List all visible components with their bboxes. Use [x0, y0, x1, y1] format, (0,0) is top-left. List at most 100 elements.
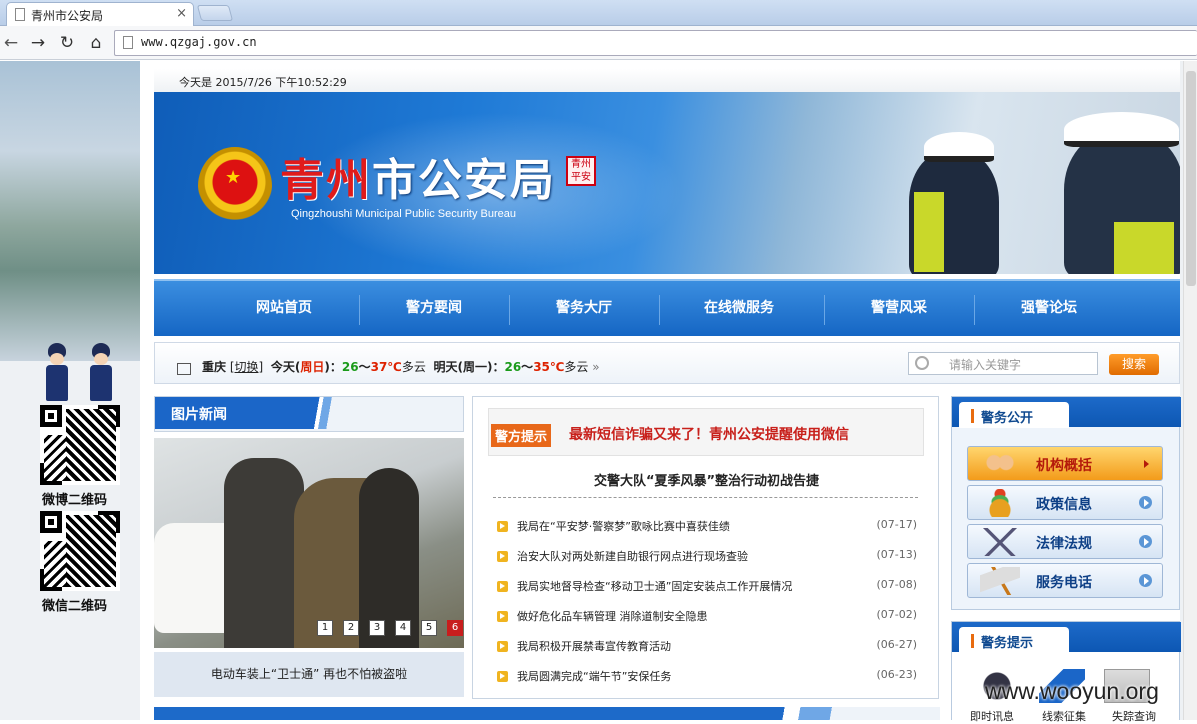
today-condition: 多云	[401, 360, 426, 374]
browser-tab[interactable]: 青州市公安局 ×	[6, 2, 194, 26]
close-tab-icon[interactable]: ×	[176, 6, 187, 21]
site-subtitle: Qingzhoushi Municipal Public Security Bu…	[291, 208, 517, 220]
officer-vest	[1114, 222, 1174, 274]
laws-label: 法律法规	[1036, 536, 1092, 552]
weibo-qr-code[interactable]	[40, 405, 120, 485]
alert-text[interactable]: 最新短信诈骗又来了！青州公安提醒使用微信	[569, 424, 849, 444]
policy-info-label: 政策信息	[1036, 497, 1092, 513]
main-nav: 网站首页 警方要闻 警务大厅 在线微服务 警营风采 强警论坛	[154, 279, 1180, 336]
police-tips-title[interactable]: 警务提示	[959, 627, 1069, 653]
officer-vest	[914, 192, 944, 272]
news-item[interactable]: 做好危化品车辆管理 消除道制安全隐患 (07-02)	[497, 608, 917, 628]
address-bar[interactable]: www.qzgaj.gov.cn	[114, 30, 1197, 56]
news-title[interactable]: 我局在“平安梦·警察梦”歌咏比赛中喜获佳绩	[517, 518, 730, 534]
date-bar: 今天是 2015/7/26 下午10:52:29	[154, 69, 1180, 93]
nav-forum[interactable]: 强警论坛	[979, 281, 1119, 336]
scrollbar-thumb[interactable]	[1186, 71, 1196, 286]
slide-page-3[interactable]: 3	[369, 620, 385, 636]
news-title[interactable]: 我局实地督导检查“移动卫士通”固定安装点工作开展情况	[517, 578, 792, 594]
news-panel: 最新短信诈骗又来了！青州公安提醒使用微信 警方提示 交警大队“夏季风暴”整治行动…	[472, 396, 939, 699]
home-icon[interactable]: ⌂	[85, 32, 107, 54]
forward-icon[interactable]: →	[27, 32, 49, 54]
nav-service-hall[interactable]: 警务大厅	[514, 281, 654, 336]
today-low: 26	[341, 360, 359, 374]
photo-caption[interactable]: 电动车装上“卫士通” 再也不怕被盗啦	[154, 652, 464, 697]
bullet-arrow-icon	[497, 671, 508, 682]
weixin-qr-code[interactable]	[40, 511, 120, 591]
tip-label-instant[interactable]: 即时讯息	[970, 708, 1014, 724]
nav-police-news[interactable]: 警方要闻	[364, 281, 504, 336]
nav-home[interactable]: 网站首页	[214, 281, 354, 336]
news-item[interactable]: 我局实地督导检查“移动卫士通”固定安装点工作开展情况 (07-08)	[497, 578, 917, 598]
pyramid-icon	[980, 489, 1020, 517]
news-item[interactable]: 我局在“平安梦·警察梦”歌咏比赛中喜获佳绩 (07-17)	[497, 518, 917, 538]
nav-online-service[interactable]: 在线微服务	[664, 281, 814, 336]
tomorrow-sep: ～	[521, 360, 534, 374]
service-phone-button[interactable]: 服务电话	[967, 563, 1163, 598]
news-title[interactable]: 我局圆满完成“端午节”安保任务	[517, 668, 671, 684]
today-label: 今天(	[270, 360, 301, 374]
police-tips-panel: 警务提示 即时讯息 线索征集 失踪查询	[951, 621, 1181, 723]
back-icon[interactable]: ←	[0, 32, 22, 54]
org-overview-button[interactable]: 机构概括	[967, 446, 1163, 481]
service-phone-label: 服务电话	[1036, 575, 1092, 591]
news-title[interactable]: 做好危化品车辆管理 消除道制安全隐患	[517, 608, 708, 624]
slide-page-2[interactable]: 2	[343, 620, 359, 636]
news-date: (07-13)	[876, 548, 917, 561]
page-icon	[15, 8, 25, 21]
scrollbar[interactable]	[1183, 61, 1197, 720]
browser-toolbar: ← → ↻ ⌂ www.qzgaj.gov.cn	[0, 26, 1197, 60]
police-mascot	[42, 343, 72, 403]
city-switch-link[interactable]: [切换]	[230, 360, 263, 374]
weather-more-icon[interactable]: »	[592, 360, 599, 374]
slide-page-4[interactable]: 4	[395, 620, 411, 636]
news-date: (06-27)	[876, 638, 917, 651]
news-item[interactable]: 我局圆满完成“端午节”安保任务 (06-23)	[497, 668, 917, 688]
photo-news-title[interactable]: 图片新闻	[155, 397, 355, 429]
photo-news-image[interactable]: 123456	[154, 438, 464, 648]
today-day: 周日	[300, 360, 325, 374]
laws-button[interactable]: 法律法规	[967, 524, 1163, 559]
left-background-image	[0, 61, 140, 361]
news-date: (06-23)	[876, 668, 917, 681]
headline-link[interactable]: 交警大队“夏季风暴”整治行动初战告捷	[473, 470, 940, 489]
search-placeholder: 请输入关键字	[949, 358, 1022, 372]
bullet-arrow-icon	[497, 641, 508, 652]
search-button[interactable]: 搜索	[1109, 354, 1159, 375]
bullet-arrow-icon	[497, 581, 508, 592]
page-icon	[123, 36, 133, 49]
police-emblem-icon: ★	[198, 147, 272, 225]
seal-stamp: 青州平安	[566, 156, 596, 186]
news-title[interactable]: 我局积极开展禁毒宣传教育活动	[517, 638, 671, 654]
weather-city: 重庆	[202, 360, 227, 374]
new-tab-button[interactable]	[196, 5, 234, 21]
nav-police-style[interactable]: 警营风采	[829, 281, 969, 336]
panel-header: 警务提示	[952, 622, 1181, 653]
search-icon	[915, 356, 929, 370]
tip-label-clues[interactable]: 线索征集	[1042, 708, 1086, 724]
police-affairs-panel: 警务公开 机构概括 政策信息 法律法规 服务电话	[951, 396, 1181, 610]
search-input[interactable]: 请输入关键字	[908, 352, 1098, 375]
tomorrow-condition: 多云	[564, 360, 589, 374]
people-icon	[980, 450, 1020, 478]
reload-icon[interactable]: ↻	[56, 32, 78, 54]
news-item[interactable]: 治安大队对两处新建自助银行网点进行现场查验 (07-13)	[497, 548, 917, 568]
news-item[interactable]: 我局积极开展禁毒宣传教育活动 (06-27)	[497, 638, 917, 658]
slide-page-5[interactable]: 5	[421, 620, 437, 636]
slide-page-1[interactable]: 1	[317, 620, 333, 636]
officer-cap	[924, 132, 994, 162]
photo-news-header: 图片新闻	[154, 396, 464, 432]
tip-label-missing[interactable]: 失踪查询	[1112, 708, 1156, 724]
divider	[493, 497, 918, 498]
news-title[interactable]: 治安大队对两处新建自助银行网点进行现场查验	[517, 548, 748, 564]
slideshow-pager: 123456	[307, 619, 463, 636]
policy-info-button[interactable]: 政策信息	[967, 485, 1163, 520]
tab-strip: 青州市公安局 ×	[0, 0, 1197, 26]
site-title: 青州市公安局	[280, 144, 556, 208]
tomorrow-low: 26	[504, 360, 522, 374]
page-content: 微博二维码 微信二维码 今天是 2015/7/26 下午10:52:29 ★ 青…	[0, 61, 1197, 723]
police-affairs-title[interactable]: 警务公开	[959, 402, 1069, 428]
slide-page-6[interactable]: 6	[447, 620, 463, 636]
site-title-red: 青州	[280, 155, 372, 206]
watermark: www.wooyun.org	[985, 678, 1159, 704]
